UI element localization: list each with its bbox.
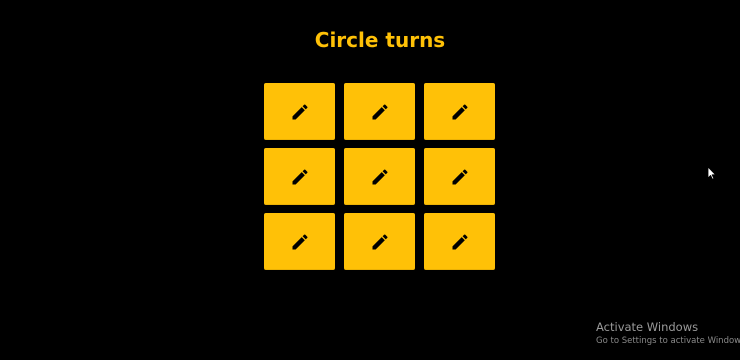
- mouse-cursor-icon: [707, 166, 716, 180]
- activation-subtitle: Go to Settings to activate Windows.: [596, 336, 740, 346]
- pencil-icon: [370, 167, 390, 187]
- board-cell-1[interactable]: [264, 83, 335, 140]
- board-cell-4[interactable]: [264, 148, 335, 205]
- game-board: [264, 83, 495, 270]
- pencil-icon: [370, 232, 390, 252]
- pencil-icon: [290, 232, 310, 252]
- pencil-icon: [450, 102, 470, 122]
- board-cell-6[interactable]: [424, 148, 495, 205]
- pencil-icon: [370, 102, 390, 122]
- board-cell-9[interactable]: [424, 213, 495, 270]
- board-cell-8[interactable]: [344, 213, 415, 270]
- board-cell-5[interactable]: [344, 148, 415, 205]
- pencil-icon: [450, 167, 470, 187]
- turn-indicator: Circle turns: [314, 28, 446, 52]
- activation-title: Activate Windows: [596, 320, 699, 334]
- pencil-icon: [290, 102, 310, 122]
- board-cell-3[interactable]: [424, 83, 495, 140]
- pencil-icon: [290, 167, 310, 187]
- board-cell-2[interactable]: [344, 83, 415, 140]
- pencil-icon: [450, 232, 470, 252]
- activation-watermark: Activate Windows Go to Settings to activ…: [596, 320, 740, 348]
- game-screen: Circle turns Activate Windows Go to Sett…: [0, 0, 740, 360]
- board-cell-7[interactable]: [264, 213, 335, 270]
